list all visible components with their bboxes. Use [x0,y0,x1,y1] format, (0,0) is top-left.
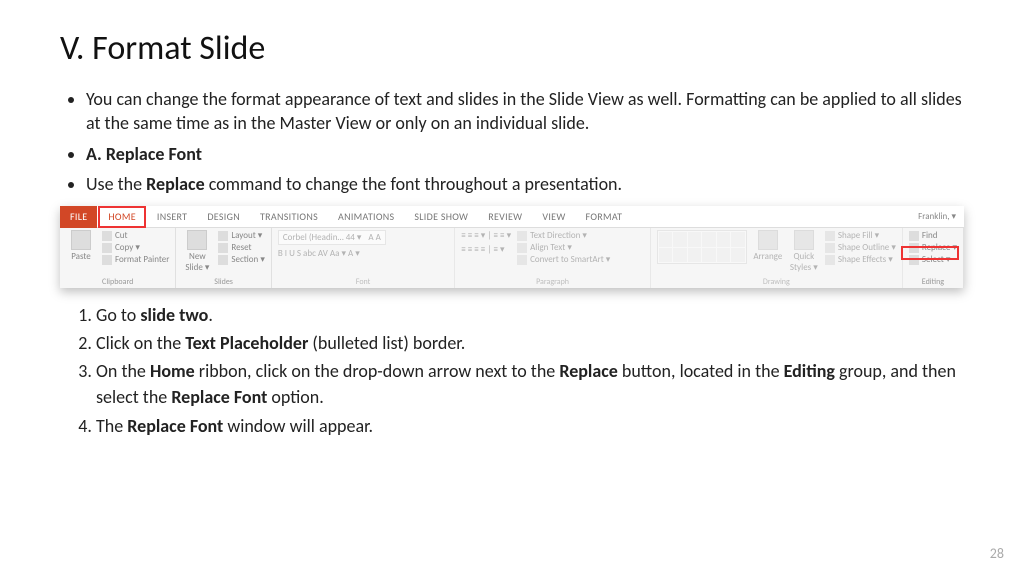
tab-design[interactable]: DESIGN [197,206,250,228]
paste-icon [71,230,91,250]
tab-animations[interactable]: ANIMATIONS [328,206,404,228]
step-item: The Replace Font window will appear. [96,413,964,439]
shape-fill-icon [825,231,835,241]
group-editing: Find Replace ▾ Select ▾ Editing [903,228,964,288]
tab-review[interactable]: REVIEW [478,206,532,228]
para-row1[interactable]: ≡ ≡ ≡ ▾ | ≡ ≡ ▾ [461,230,511,241]
shapes-gallery[interactable] [657,230,747,264]
page-title: V. Format Slide [60,28,964,69]
group-label-clipboard: Clipboard [66,277,169,287]
group-label-editing: Editing [909,277,957,287]
text-direction-button[interactable]: Text Direction ▾ [517,230,610,241]
quick-styles-button[interactable]: Quick Styles ▾ [789,230,819,273]
format-painter-button[interactable]: Format Painter [102,254,169,265]
group-slides: New Slide ▾ Layout ▾ Reset Section ▾ Sli… [176,228,271,288]
arrange-icon [758,230,778,250]
group-paragraph: ≡ ≡ ≡ ▾ | ≡ ≡ ▾ ≡ ≡ ≡ ≡ | ≡ ▾ Text Direc… [455,228,651,288]
group-clipboard: Paste Cut Copy ▾ Format Painter Clipboar… [60,228,176,288]
tab-transitions[interactable]: TRANSITIONS [250,206,328,228]
font-picker[interactable]: Corbel (Headin… 44 ▾A A [278,230,386,245]
step-item: On the Home ribbon, click on the drop-do… [96,358,964,410]
tab-file[interactable]: FILE [60,206,97,228]
new-slide-button[interactable]: New Slide ▾ [182,230,212,273]
shape-effects-button[interactable]: Shape Effects ▾ [825,254,896,265]
group-label-slides: Slides [182,277,264,287]
find-icon [909,231,919,241]
new-slide-label: New Slide ▾ [185,251,209,273]
tab-home[interactable]: HOME [98,206,145,228]
align-text-button[interactable]: Align Text ▾ [517,242,610,253]
font-format-row[interactable]: B I U S abc AV Aa ▾ A ▾ [278,248,360,259]
bullet-item: A. Replace Font [86,142,964,166]
group-font: Corbel (Headin… 44 ▾A A B I U S abc AV A… [272,228,455,288]
smartart-icon [517,255,527,265]
shape-fill-button[interactable]: Shape Fill ▾ [825,230,896,241]
steps-list: Go to slide two.Click on the Text Placeh… [60,302,964,438]
tab-format[interactable]: FORMAT [576,206,633,228]
align-text-icon [517,243,527,253]
group-label-drawing: Drawing [657,277,896,287]
bullet-item: You can change the format appearance of … [86,87,964,136]
para-row2[interactable]: ≡ ≡ ≡ ≡ | ≡ ▾ [461,244,511,255]
ribbon-screenshot: FILEHOMEINSERTDESIGNTRANSITIONSANIMATION… [60,206,964,288]
copy-icon [102,243,112,253]
cut-button[interactable]: Cut [102,230,169,241]
quick-styles-icon [794,230,814,250]
layout-button[interactable]: Layout ▾ [218,230,264,241]
new-slide-icon [187,230,207,250]
arrange-button[interactable]: Arrange [753,230,783,262]
group-label-paragraph: Paragraph [461,277,644,287]
intro-bullets: You can change the format appearance of … [60,87,964,196]
ribbon-tabs: FILEHOMEINSERTDESIGNTRANSITIONSANIMATION… [60,206,964,228]
shape-outline-button[interactable]: Shape Outline ▾ [825,242,896,253]
step-item: Click on the Text Placeholder (bulleted … [96,330,964,356]
reset-button[interactable]: Reset [218,242,264,253]
tab-insert[interactable]: INSERT [147,206,197,228]
shape-outline-icon [825,243,835,253]
group-drawing: Arrange Quick Styles ▾ Shape Fill ▾ Shap… [651,228,903,288]
section-icon [218,255,228,265]
format-painter-icon [102,255,112,265]
paste-label: Paste [71,251,91,262]
tab-view[interactable]: VIEW [532,206,575,228]
group-label-font: Font [278,277,448,287]
bullet-item: Use the Replace command to change the fo… [86,172,964,196]
account-label[interactable]: Franklin, ▾ [918,211,956,222]
paste-button[interactable]: Paste [66,230,96,262]
page-number: 28 [990,545,1004,562]
convert-smartart-button[interactable]: Convert to SmartArt ▾ [517,254,610,265]
cut-icon [102,231,112,241]
tab-slide-show[interactable]: SLIDE SHOW [404,206,478,228]
find-button[interactable]: Find [909,230,957,241]
layout-icon [218,231,228,241]
reset-icon [218,243,228,253]
copy-button[interactable]: Copy ▾ [102,242,169,253]
replace-highlight [901,246,959,260]
section-button[interactable]: Section ▾ [218,254,264,265]
shape-effects-icon [825,255,835,265]
text-direction-icon [517,231,527,241]
step-item: Go to slide two. [96,302,964,328]
